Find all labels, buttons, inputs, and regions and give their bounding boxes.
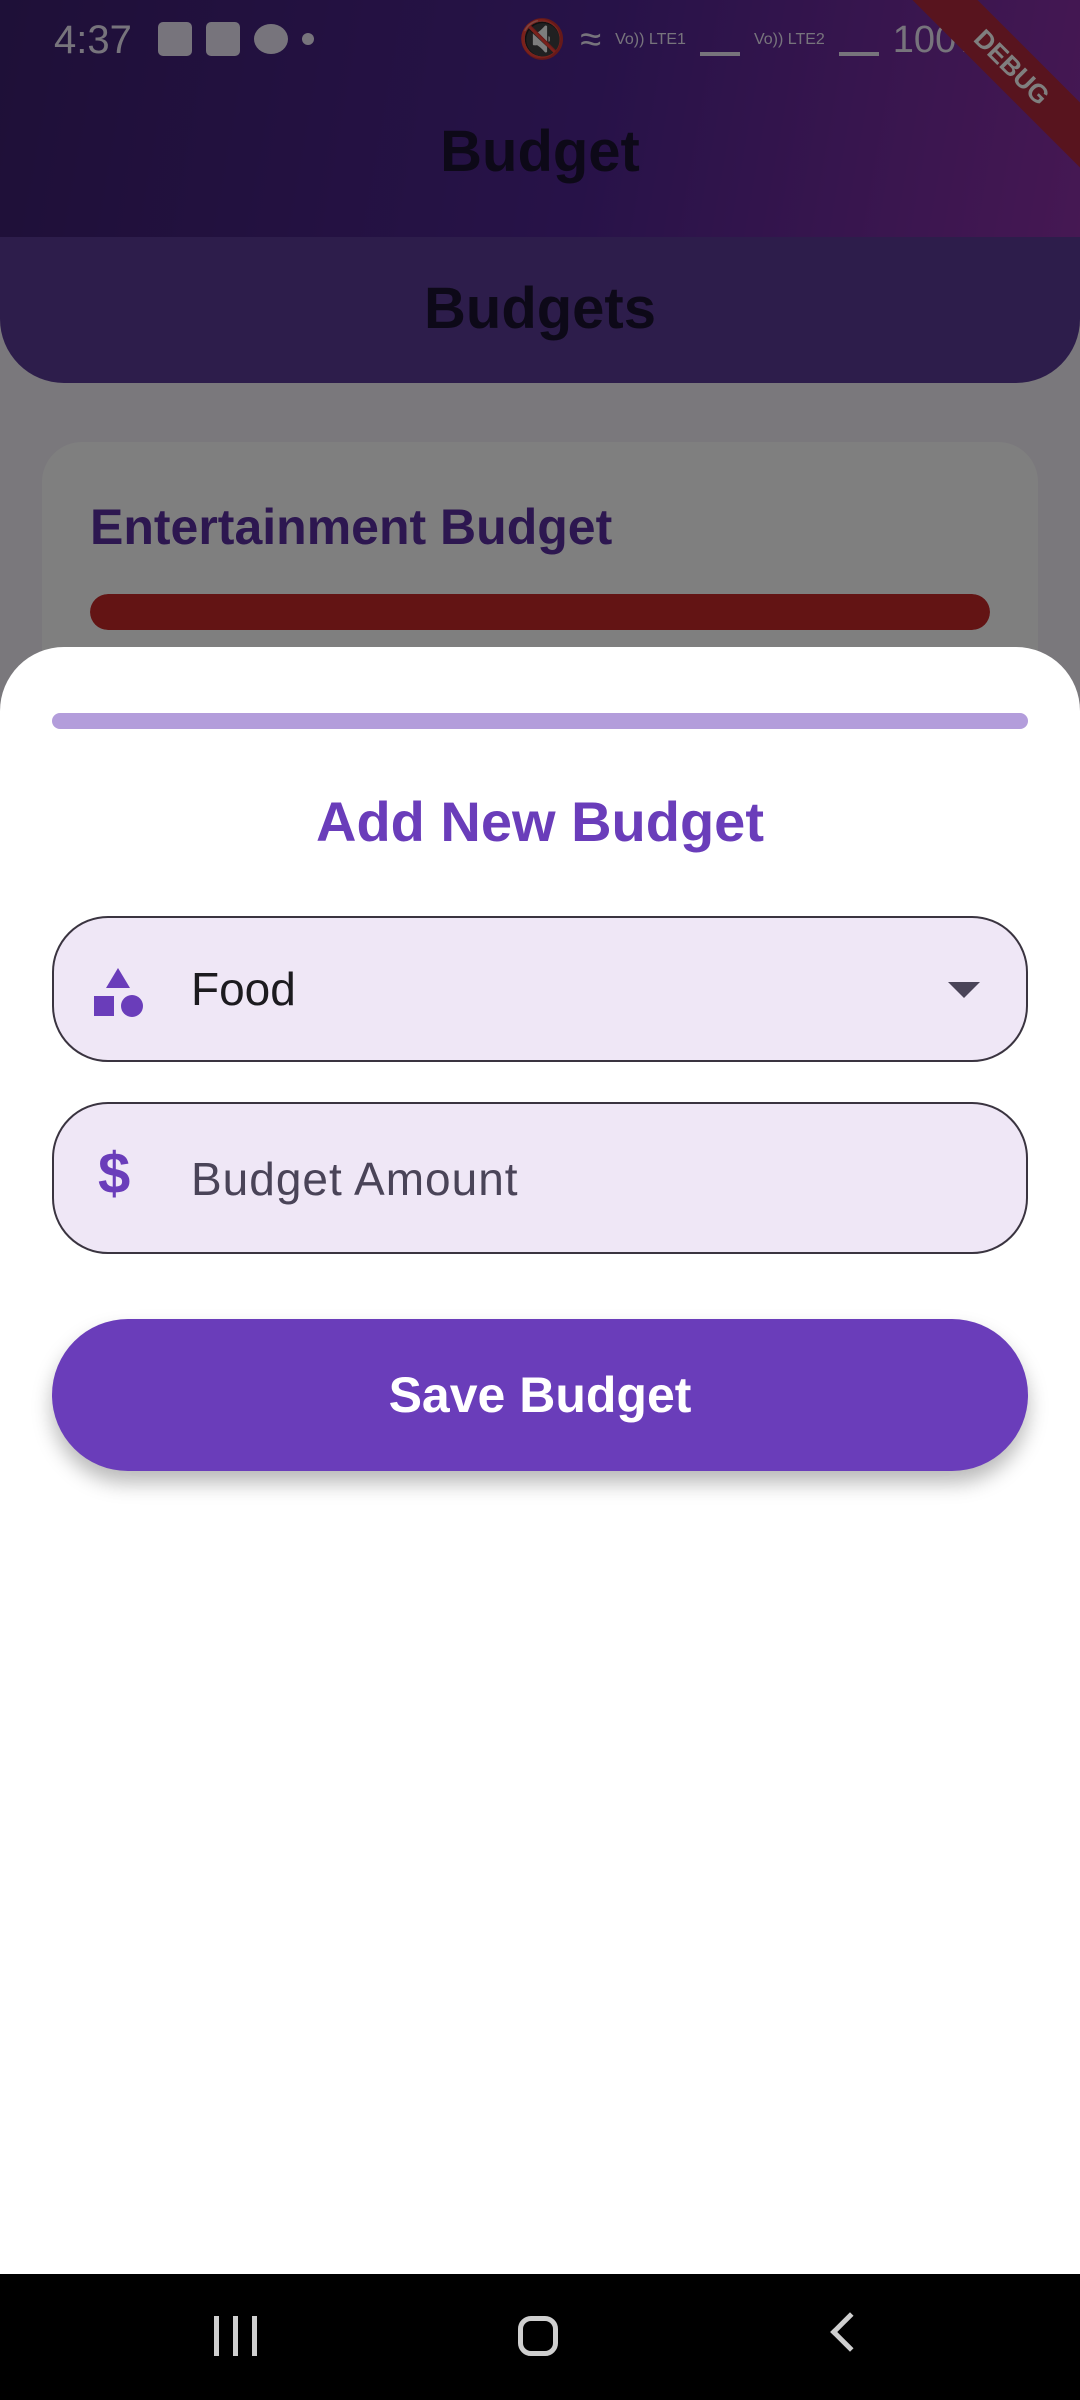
budget-amount-input[interactable]	[191, 1144, 991, 1214]
home-icon[interactable]	[518, 2316, 558, 2356]
drag-handle[interactable]	[52, 713, 1028, 729]
chevron-down-icon	[948, 982, 980, 998]
budget-amount-field[interactable]: $	[52, 1102, 1028, 1254]
category-dropdown[interactable]: Food	[52, 916, 1028, 1062]
back-icon[interactable]	[830, 2312, 870, 2352]
add-budget-sheet: Add New Budget Food $ Save Budget	[0, 647, 1080, 2274]
sheet-title: Add New Budget	[316, 790, 764, 853]
navigation-bar	[0, 2274, 1080, 2400]
save-budget-button[interactable]: Save Budget	[52, 1319, 1028, 1471]
category-selected: Food	[191, 963, 296, 1015]
recent-apps-icon[interactable]	[214, 2316, 257, 2356]
category-shapes-icon	[94, 968, 143, 1017]
dollar-icon: $	[98, 1141, 131, 1206]
